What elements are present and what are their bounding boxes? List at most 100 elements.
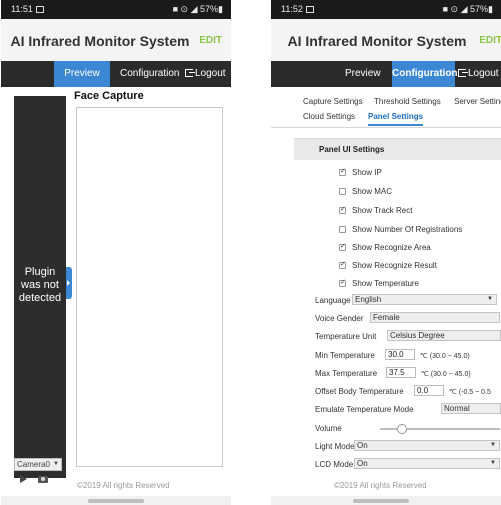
status-icons: ■ ⊙ ◢ 57%▮ bbox=[172, 4, 223, 14]
play-icon[interactable] bbox=[20, 475, 27, 483]
checkbox-show-track-rect[interactable]: Show Track Rect bbox=[339, 205, 413, 215]
edit-button[interactable]: EDIT bbox=[479, 35, 501, 46]
logout-button[interactable]: Logout bbox=[185, 61, 226, 87]
status-time: 11:51 bbox=[11, 4, 44, 14]
checkbox-checked-icon[interactable] bbox=[339, 205, 346, 214]
tab-threshold-settings[interactable]: Threshold Settings bbox=[374, 97, 441, 106]
status-bar: 11:52 ■ ⊙ ◢ 57%▮ bbox=[271, 0, 501, 19]
checkbox-checked-icon[interactable] bbox=[339, 167, 346, 176]
tab-configuration[interactable]: Configuration bbox=[120, 61, 179, 87]
face-capture-area bbox=[76, 107, 223, 467]
language-select[interactable]: English ▼ bbox=[352, 294, 497, 305]
language-value: English bbox=[355, 295, 382, 304]
max-temperature-label: Max Temperature bbox=[315, 369, 378, 378]
status-time: 11:52 bbox=[281, 4, 314, 14]
phone-screen-preview: 11:51 ■ ⊙ ◢ 57%▮ AI Infrared Monitor Sys… bbox=[1, 0, 231, 505]
offset-temperature-label: Offset Body Temperature bbox=[315, 387, 404, 396]
nav-bar: Preview Configuration Logout bbox=[271, 61, 501, 87]
status-icons: ■ ⊙ ◢ 57%▮ bbox=[442, 4, 493, 14]
footer-copyright: ©2019 All rights Reserved bbox=[77, 481, 170, 490]
min-temperature-input[interactable]: 30.0 bbox=[385, 349, 415, 360]
configuration-content: Capture Settings Threshold Settings Serv… bbox=[271, 87, 501, 496]
checkbox-show-temperature[interactable]: Show Temperature bbox=[339, 278, 419, 288]
temperature-unit-value: Celsius Degree bbox=[390, 331, 445, 340]
max-temperature-range: ℃ (30.0 ~ 45.0) bbox=[421, 371, 471, 378]
logout-label: Logout bbox=[195, 68, 226, 79]
volume-slider-thumb[interactable] bbox=[396, 424, 407, 434]
light-mode-value: On bbox=[357, 441, 368, 450]
lcd-mode-select[interactable]: On ▼ bbox=[354, 458, 500, 469]
status-bar: 11:51 ■ ⊙ ◢ 57%▮ bbox=[1, 0, 231, 19]
app-header: AI Infrared Monitor System EDIT bbox=[1, 19, 231, 61]
panel-title: Panel UI Settings bbox=[319, 145, 385, 154]
home-indicator bbox=[88, 499, 144, 503]
camera-snapshot-icon[interactable] bbox=[38, 476, 48, 483]
checkbox-show-recognize-result[interactable]: Show Recognize Result bbox=[339, 260, 437, 270]
temperature-unit-label: Temperature Unit bbox=[315, 332, 377, 341]
checkbox-unchecked-icon[interactable] bbox=[339, 188, 346, 195]
min-temperature-range: ℃ (30.0 ~ 45.0) bbox=[420, 353, 470, 360]
tab-configuration[interactable]: Configuration bbox=[392, 61, 458, 87]
checkbox-unchecked-icon[interactable] bbox=[339, 226, 346, 233]
tab-cloud-settings[interactable]: Cloud Settings bbox=[303, 112, 355, 121]
offset-temperature-range: ℃ (-0.5 ~ 0.5 bbox=[449, 389, 491, 396]
logout-icon bbox=[458, 69, 468, 77]
footer-copyright: ©2019 All rights Reserved bbox=[334, 481, 427, 490]
checkbox-label: Show Track Rect bbox=[352, 206, 413, 215]
language-label: Language bbox=[315, 296, 351, 305]
voice-gender-value: Female bbox=[373, 313, 400, 322]
voice-gender-label: Voice Gender bbox=[315, 314, 364, 323]
preview-content: Plugin was not detected Camera0 ▼ Face Ca… bbox=[1, 87, 231, 496]
home-indicator bbox=[353, 499, 409, 503]
min-temperature-label: Min Temperature bbox=[315, 351, 375, 360]
image-notification-icon bbox=[305, 6, 314, 13]
tab-server-settings[interactable]: Server Setting bbox=[454, 97, 501, 106]
panel-header: Panel UI Settings bbox=[294, 138, 501, 160]
tab-panel-settings[interactable]: Panel Settings bbox=[368, 112, 424, 126]
lcd-mode-label: LCD Mode bbox=[315, 460, 354, 469]
logout-button[interactable]: Logout bbox=[458, 61, 499, 87]
checkbox-label: Show Number Of Registrations bbox=[352, 225, 463, 234]
tab-preview[interactable]: Preview bbox=[54, 61, 110, 87]
face-capture-title: Face Capture bbox=[74, 90, 144, 102]
tab-preview[interactable]: Preview bbox=[345, 61, 381, 87]
checkbox-label: Show Recognize Result bbox=[352, 261, 437, 270]
video-panel: Plugin was not detected bbox=[14, 96, 66, 478]
checkbox-label: Show Recognize Area bbox=[352, 243, 431, 252]
image-notification-icon bbox=[35, 6, 44, 13]
checkbox-checked-icon[interactable] bbox=[339, 278, 346, 287]
temperature-unit-select[interactable]: Celsius Degree bbox=[387, 330, 501, 341]
checkbox-show-ip[interactable]: Show IP bbox=[339, 167, 382, 177]
max-temperature-input[interactable]: 37.5 bbox=[386, 367, 416, 378]
plugin-message-line: was not bbox=[21, 279, 59, 291]
logout-label: Logout bbox=[468, 68, 499, 79]
emulate-mode-label: Emulate Temperature Mode bbox=[315, 405, 414, 414]
app-title: AI Infrared Monitor System bbox=[287, 33, 467, 49]
checkbox-checked-icon[interactable] bbox=[339, 260, 346, 269]
plugin-message: Plugin was not detected bbox=[14, 266, 66, 305]
tab-capture-settings[interactable]: Capture Settings bbox=[303, 97, 363, 106]
edit-button[interactable]: EDIT bbox=[199, 35, 222, 46]
checkbox-checked-icon[interactable] bbox=[339, 242, 346, 251]
plugin-message-line: detected bbox=[18, 292, 62, 304]
camera-select[interactable]: Camera0 ▼ bbox=[14, 458, 62, 471]
light-mode-select[interactable]: On ▼ bbox=[354, 440, 500, 451]
chevron-down-icon: ▼ bbox=[53, 461, 59, 467]
checkbox-show-recognize-area[interactable]: Show Recognize Area bbox=[339, 242, 431, 252]
chevron-down-icon: ▼ bbox=[490, 442, 496, 448]
checkbox-show-mac[interactable]: Show MAC bbox=[339, 187, 392, 196]
logout-icon bbox=[185, 69, 195, 77]
plugin-message-line: Plugin bbox=[24, 266, 56, 278]
emulate-mode-select[interactable]: Normal bbox=[441, 403, 501, 414]
chevron-down-icon: ▼ bbox=[490, 460, 496, 466]
camera-select-value: Camera0 bbox=[17, 460, 50, 469]
checkbox-show-registrations[interactable]: Show Number Of Registrations bbox=[339, 225, 462, 234]
offset-temperature-input[interactable]: 0.0 bbox=[414, 385, 444, 396]
emulate-mode-value: Normal bbox=[444, 404, 470, 413]
light-mode-label: Light Mode bbox=[315, 442, 355, 451]
voice-gender-select[interactable]: Female bbox=[370, 312, 500, 323]
volume-label: Volume bbox=[315, 424, 342, 433]
panel-expand-handle[interactable] bbox=[66, 267, 72, 299]
lcd-mode-value: On bbox=[357, 459, 368, 468]
phone-screen-configuration: 11:52 ■ ⊙ ◢ 57%▮ AI Infrared Monitor Sys… bbox=[271, 0, 501, 505]
